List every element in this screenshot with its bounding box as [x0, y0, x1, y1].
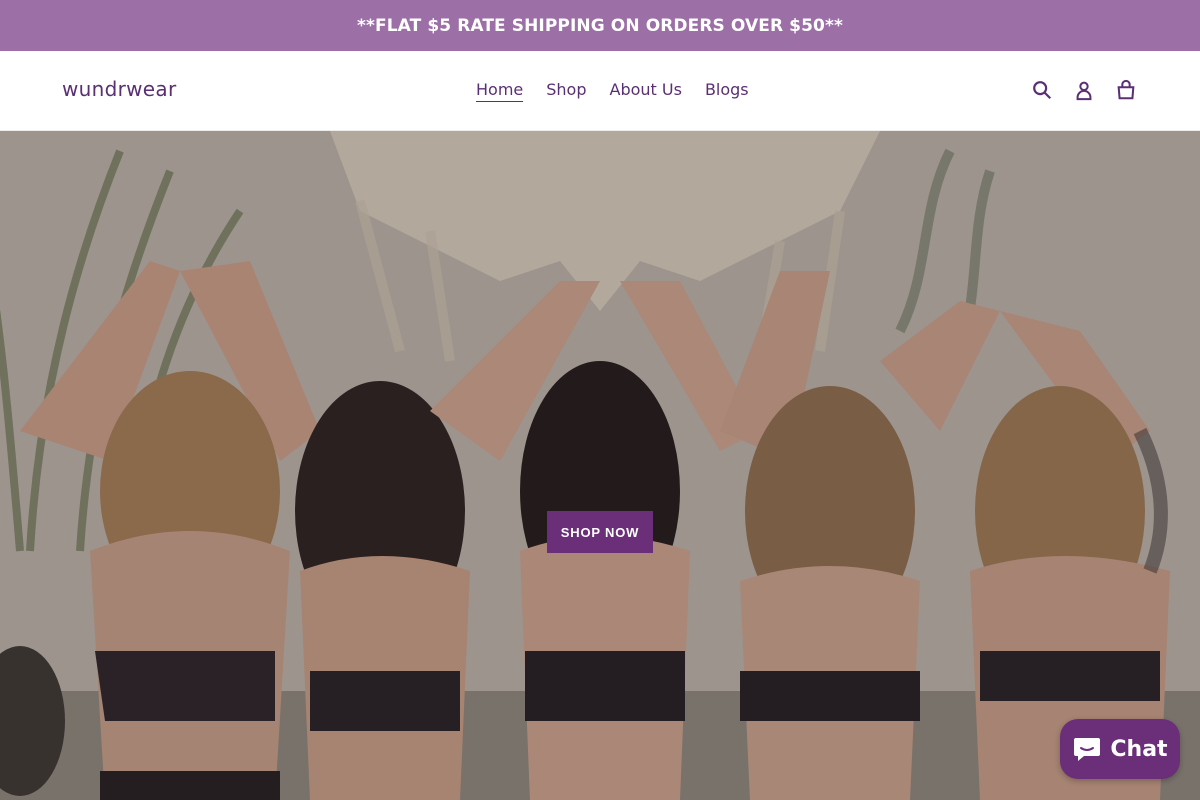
- nav-item-blogs[interactable]: Blogs: [705, 80, 749, 102]
- nav-item-about-us[interactable]: About Us: [610, 80, 682, 102]
- announcement-bar: **FLAT $5 RATE SHIPPING ON ORDERS OVER $…: [0, 0, 1200, 51]
- hero-banner: SHOP NOW: [0, 131, 1200, 800]
- shop-now-button[interactable]: SHOP NOW: [547, 511, 653, 553]
- chat-button[interactable]: Chat: [1060, 719, 1180, 779]
- hero-overlay: [0, 131, 1200, 800]
- announcement-text: **FLAT $5 RATE SHIPPING ON ORDERS OVER $…: [357, 15, 843, 36]
- chat-bubble-icon: [1074, 738, 1101, 761]
- cart-icon[interactable]: [1114, 77, 1138, 103]
- logo[interactable]: wundrwear: [62, 77, 176, 101]
- main-nav: Home Shop About Us Blogs: [476, 80, 772, 102]
- site-header: wundrwear Home Shop About Us Blogs: [0, 51, 1200, 131]
- search-icon[interactable]: [1030, 77, 1054, 103]
- header-icons: [1030, 77, 1138, 103]
- account-icon[interactable]: [1072, 77, 1096, 103]
- chat-label: Chat: [1110, 736, 1168, 762]
- nav-item-shop[interactable]: Shop: [546, 80, 586, 102]
- nav-item-home[interactable]: Home: [476, 80, 524, 102]
